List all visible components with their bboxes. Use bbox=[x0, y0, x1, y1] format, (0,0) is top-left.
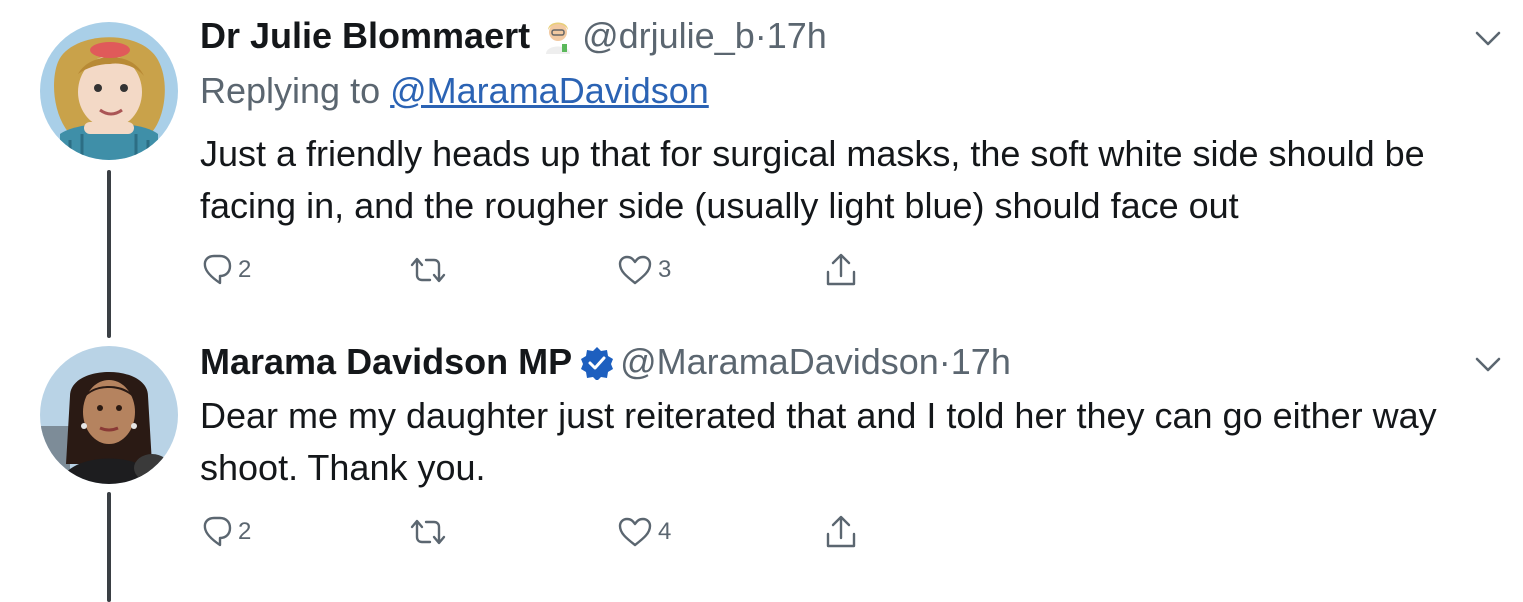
retweet-button[interactable] bbox=[408, 250, 448, 290]
reply-button[interactable]: 2 bbox=[202, 512, 251, 552]
tweet-header: Dr Julie Blommaert @drjulie_b·17h bbox=[200, 14, 827, 58]
replying-to-link[interactable]: @MaramaDavidson bbox=[390, 70, 709, 111]
tweet-text: Just a friendly heads up that for surgic… bbox=[200, 133, 1425, 226]
avatar-julie[interactable] bbox=[40, 22, 178, 160]
thread-line bbox=[107, 492, 111, 602]
separator: · bbox=[938, 341, 951, 382]
like-button[interactable]: 4 bbox=[618, 512, 671, 552]
replying-to: Replying to @MaramaDavidson bbox=[200, 70, 709, 112]
verified-badge-icon bbox=[580, 346, 614, 381]
tweet-header: Marama Davidson MP @MaramaDavidson·17h bbox=[200, 340, 1011, 384]
reply-count: 2 bbox=[238, 518, 252, 545]
reply-icon bbox=[203, 254, 232, 285]
handle[interactable]: @MaramaDavidson bbox=[620, 341, 939, 382]
like-count: 4 bbox=[658, 518, 672, 545]
tweet-text: Dear me my daughter just reiterated that… bbox=[200, 395, 1437, 488]
reply-icon bbox=[203, 516, 232, 547]
reply-count: 2 bbox=[238, 256, 252, 283]
retweet-icon bbox=[410, 519, 446, 545]
like-count: 3 bbox=[658, 256, 672, 283]
chevron-down-icon[interactable] bbox=[1474, 356, 1502, 374]
thread-line bbox=[107, 170, 111, 338]
display-name[interactable]: Marama Davidson MP bbox=[200, 341, 572, 382]
tweet-actions: 2 3 bbox=[200, 250, 900, 290]
like-icon bbox=[618, 517, 652, 547]
separator: · bbox=[754, 15, 767, 56]
display-name[interactable]: Dr Julie Blommaert bbox=[200, 15, 530, 56]
tweet-actions: 2 4 bbox=[200, 512, 900, 552]
woman-scientist-emoji-icon bbox=[540, 18, 576, 54]
avatar-marama[interactable] bbox=[40, 346, 178, 484]
share-button[interactable] bbox=[824, 250, 858, 290]
like-icon bbox=[618, 255, 652, 285]
timestamp[interactable]: 17h bbox=[951, 341, 1011, 382]
retweet-icon bbox=[410, 257, 446, 283]
avatar-julie-illustration bbox=[40, 22, 178, 160]
share-button[interactable] bbox=[824, 512, 858, 552]
share-icon bbox=[826, 253, 856, 286]
retweet-button[interactable] bbox=[408, 512, 448, 552]
chevron-down-icon[interactable] bbox=[1474, 30, 1502, 48]
share-icon bbox=[826, 515, 856, 548]
tweet-2[interactable]: Marama Davidson MP @MaramaDavidson·17h De… bbox=[0, 330, 1523, 602]
like-button[interactable]: 3 bbox=[618, 250, 671, 290]
tweet-1[interactable]: Dr Julie Blommaert @drjulie_b·17h Replyin… bbox=[0, 0, 1523, 338]
timestamp[interactable]: 17h bbox=[767, 15, 827, 56]
reply-button[interactable]: 2 bbox=[202, 250, 251, 290]
replying-prefix: Replying to bbox=[200, 70, 381, 111]
handle[interactable]: @drjulie_b bbox=[582, 15, 755, 56]
avatar-marama-photo bbox=[40, 346, 178, 484]
